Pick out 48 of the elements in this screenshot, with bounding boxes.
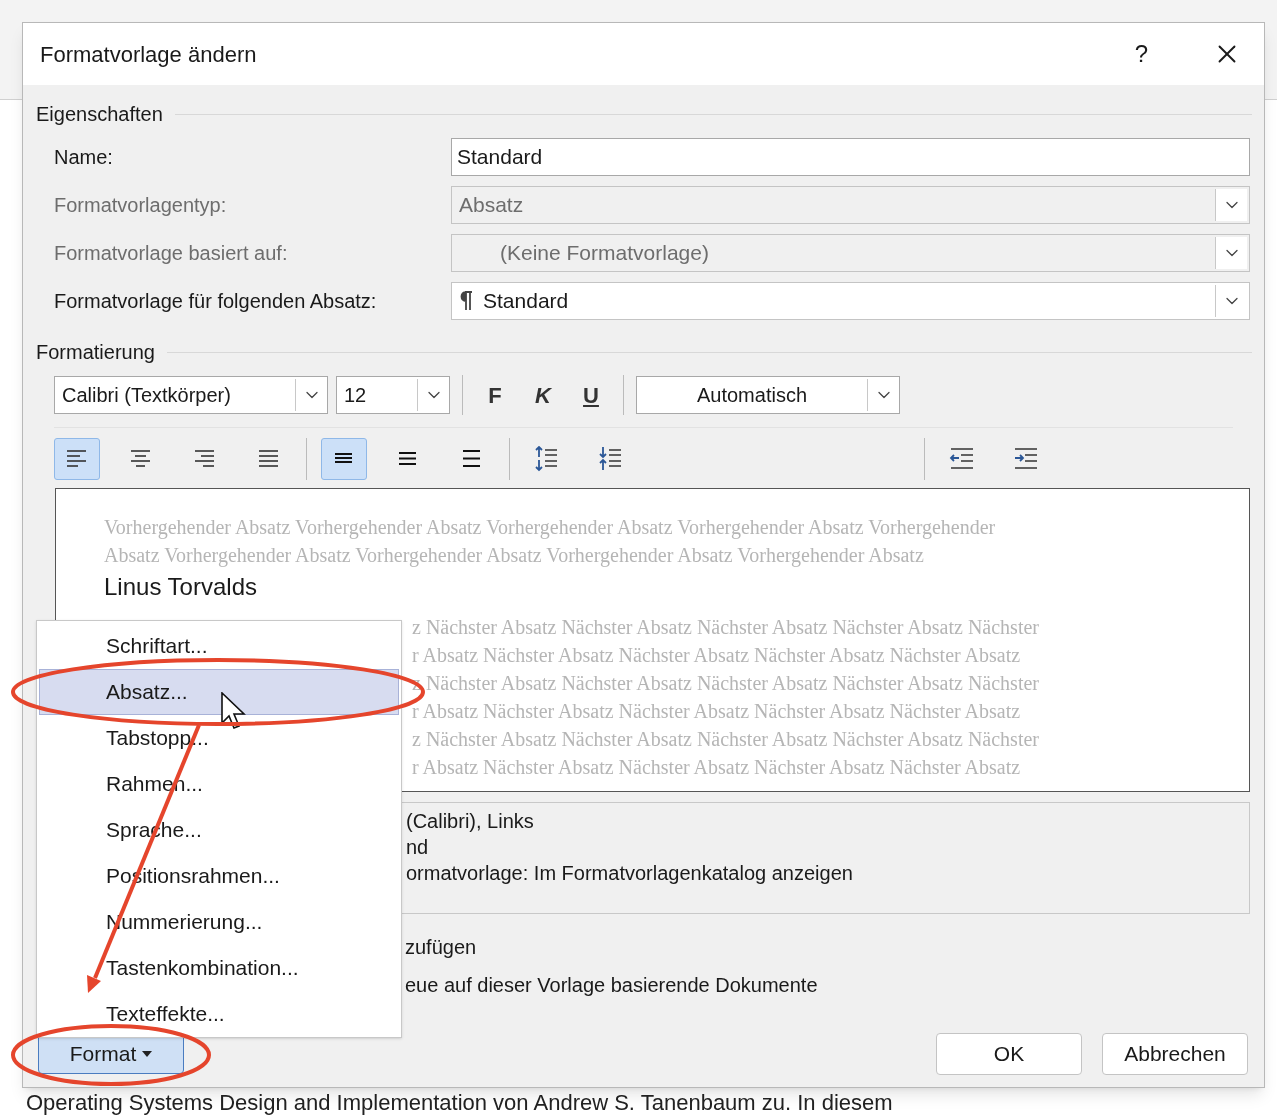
description-text: (Calibri), Links <box>406 809 535 834</box>
option-label: zufügen <box>405 935 478 960</box>
preceding-paragraph-text: Vorhergehender Absatz Vorhergehender Absatz Vorhergehender Absatz Vorhergehender Absatz Vorhergehender <box>103 515 997 541</box>
description-text: nd <box>406 835 430 860</box>
font-dropdown[interactable]: Calibri (Textkörper) <box>54 376 328 414</box>
menu-item[interactable]: Tastenkombination... <box>39 945 399 991</box>
color-dropdown[interactable]: Automatisch <box>636 376 900 414</box>
spacing-single-button[interactable] <box>321 438 367 480</box>
following-paragraph-text: r Absatz Nächster Absatz Nächster Absatz Nächster Absatz Nächster Absatz <box>412 699 1021 724</box>
menu-item[interactable]: Texteffekte... <box>39 991 399 1037</box>
italic-button[interactable]: K <box>523 376 563 414</box>
section-heading: Eigenschaften <box>36 102 163 127</box>
following-paragraph-text: z Nächster Absatz Nächster Absatz Nächster Absatz Nächster Absatz Nächster <box>412 727 1039 752</box>
name-input-field[interactable]: Standard <box>451 138 1250 176</box>
sample-text: Linus Torvalds <box>103 572 258 602</box>
paragraph-mark-icon <box>459 291 473 311</box>
menu-item[interactable]: Schriftart... <box>39 623 399 669</box>
indent-decrease-icon <box>949 446 975 472</box>
align-left-button[interactable] <box>54 438 100 480</box>
cancel-button[interactable]: Abbrechen <box>1102 1033 1248 1075</box>
style-dropdown[interactable]: Standard <box>451 282 1250 320</box>
caret-icon <box>142 1051 153 1057</box>
window-title: Formatvorlage ändern <box>40 40 257 69</box>
section-heading: Formatierung <box>36 340 155 365</box>
dropdown-value: (Keine Formatvorlage) <box>500 240 709 267</box>
document-text: Operating Systems Design and Implementation von Andrew S. Tanenbaum zu. In diesem <box>26 1090 893 1116</box>
following-paragraph-text: r Absatz Nächster Absatz Nächster Absatz Nächster Absatz Nächster Absatz <box>412 643 1021 668</box>
preceding-paragraph-text: Absatz Vorhergehender Absatz Vorhergehender Absatz Vorhergehender Absatz Vorhergehender Absatz <box>103 543 925 569</box>
ok-button[interactable]: OK <box>936 1033 1082 1075</box>
field-label: Formatvorlagentyp: <box>54 193 228 218</box>
field-label: Name: <box>54 145 114 170</box>
space-increase-icon <box>534 446 560 472</box>
dropdown-value: Standard <box>483 288 569 315</box>
option-label: eue auf dieser Vorlage basierende Dokumente <box>405 973 819 998</box>
indent-increase-icon <box>1013 446 1039 472</box>
field-label: Formatvorlage für folgenden Absatz: <box>54 289 378 314</box>
following-paragraph-text: z Nächster Absatz Nächster Absatz Nächster Absatz Nächster Absatz Nächster <box>412 615 1039 640</box>
font-size-dropdown[interactable]: 12 <box>336 376 450 414</box>
following-paragraph-text: r Absatz Nächster Absatz Nächster Absatz Nächster Absatz Nächster Absatz <box>412 755 1021 780</box>
underline-button[interactable]: U <box>571 376 611 414</box>
space-decrease-icon <box>598 446 624 472</box>
bold-button[interactable]: F <box>475 376 515 414</box>
field-label: Formatvorlage basiert auf: <box>54 241 289 266</box>
dropdown-value: Absatz <box>459 192 524 219</box>
mouse-pointer-icon <box>221 692 247 730</box>
menu-item[interactable]: Absatz... <box>39 669 399 715</box>
help-button[interactable]: ? <box>1134 36 1148 72</box>
description-text: ormatvorlage: Im Formatvorlagenkatalog anzeigen <box>406 861 854 886</box>
